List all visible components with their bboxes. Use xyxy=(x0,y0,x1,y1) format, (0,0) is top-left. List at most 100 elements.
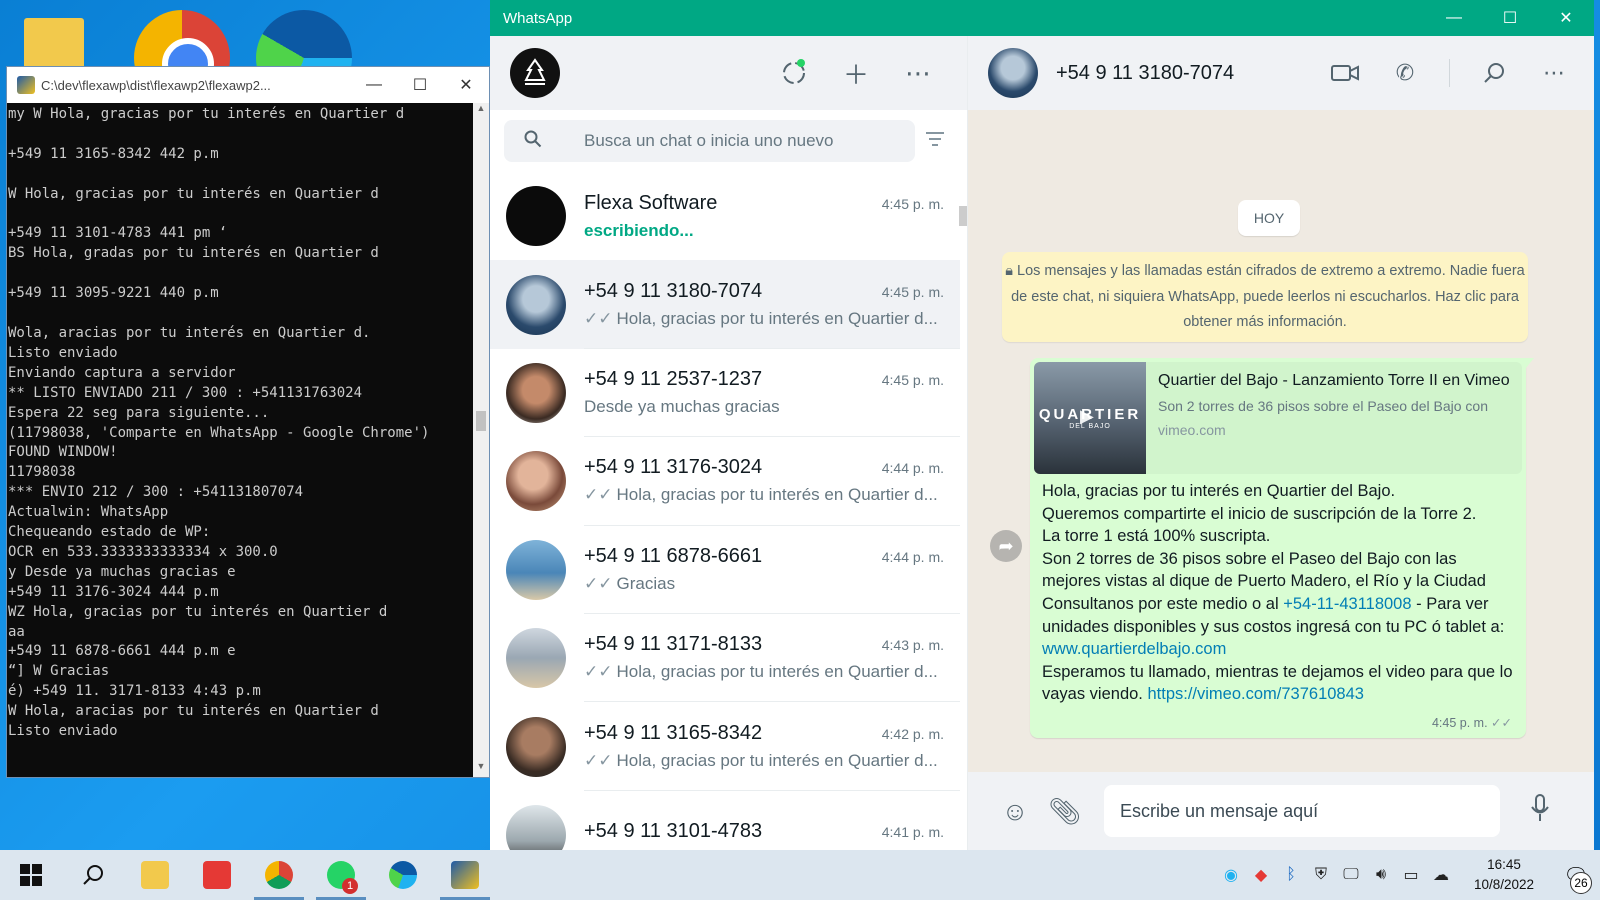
contact-avatar[interactable] xyxy=(988,48,1038,98)
minimize-button[interactable]: — xyxy=(1426,0,1482,36)
chat-preview: ✓✓ Gracias xyxy=(584,574,944,594)
chat-preview-text: Hola, gracias por tu interés en Quartier… xyxy=(616,485,938,505)
anydesk-tray-icon[interactable]: ◆ xyxy=(1246,865,1276,885)
profile-avatar[interactable] xyxy=(510,48,560,98)
double-check-icon: ✓✓ xyxy=(584,573,613,593)
scroll-thumb[interactable] xyxy=(476,411,486,431)
phone-link[interactable]: +54-11-43118008 xyxy=(1283,595,1411,613)
clock-date: 10/8/2022 xyxy=(1473,877,1535,892)
taskbar-python-console[interactable] xyxy=(434,850,496,900)
scroll-down-icon[interactable]: ▼ xyxy=(473,761,489,777)
taskbar-file-explorer[interactable] xyxy=(124,850,186,900)
message-area: HOY 🔒︎ Los mensajes y las llamadas están… xyxy=(968,110,1594,772)
windows-logo-icon xyxy=(20,864,42,886)
notification-count: 26 xyxy=(1570,872,1592,894)
scroll-thumb[interactable] xyxy=(959,206,967,226)
console-titlebar[interactable]: C:\dev\flexawp\dist\flexawp2\flexawp2...… xyxy=(7,67,489,103)
conversation-header[interactable]: +54 9 11 3180-7074 ✆ ⋯ xyxy=(968,36,1594,110)
whatsapp-titlebar[interactable]: WhatsApp — ☐ ✕ xyxy=(490,0,1594,36)
chat-time: 4:44 p. m. xyxy=(881,548,944,565)
search-input[interactable] xyxy=(564,131,915,151)
chat-body: +54 9 11 3180-7074 4:45 p. m. ✓✓ Hola, grac… xyxy=(584,260,960,349)
new-chat-button[interactable]: ＋ xyxy=(825,53,887,93)
filter-icon[interactable] xyxy=(915,130,955,153)
chat-list-item[interactable]: Flexa Software 4:45 p. m. escribiendo... xyxy=(490,172,960,260)
message-line: Queremos compartirte el inicio de suscri… xyxy=(1042,504,1477,523)
taskbar-anydesk[interactable] xyxy=(186,850,248,900)
emoji-icon: ☺ xyxy=(1001,795,1029,826)
phone-icon: ✆ xyxy=(1395,60,1415,85)
console-scrollbar[interactable]: ▲ ▼ xyxy=(473,103,489,777)
chat-name: +54 9 11 3171-8133 xyxy=(584,633,763,656)
close-button[interactable]: ✕ xyxy=(1538,0,1594,36)
chat-list-item[interactable]: +54 9 11 3176-3024 4:44 p. m. ✓✓ Hola, grac… xyxy=(490,437,960,526)
forward-button[interactable]: ➦ xyxy=(990,530,1022,562)
chat-list-item[interactable]: +54 9 11 2537-1237 4:45 p. m. Desde ya muc… xyxy=(490,349,960,438)
chat-list-scrollbar[interactable] xyxy=(959,172,967,850)
clock[interactable]: 16:45 10/8/2022 xyxy=(1456,855,1552,895)
status-button[interactable] xyxy=(763,53,825,93)
bluetooth-icon[interactable]: ᛒ xyxy=(1276,866,1306,884)
notification-center-button[interactable]: 🗨︎ 26 xyxy=(1552,850,1600,900)
network-icon[interactable]: 🖵︎ xyxy=(1336,866,1366,884)
chat-list-item[interactable]: +54 9 11 6878-6661 4:44 p. m. ✓✓ Gracias xyxy=(490,526,960,614)
chat-list-item[interactable]: +54 9 11 3165-8342 4:42 p. m. ✓✓ Hola, grac… xyxy=(490,702,960,791)
taskbar-edge[interactable] xyxy=(372,850,434,900)
maximize-button[interactable]: ☐ xyxy=(397,67,443,103)
security-icon[interactable]: ⛨ xyxy=(1306,866,1336,884)
emoji-button[interactable]: ☺ xyxy=(990,796,1040,827)
video-link[interactable]: https://vimeo.com/737610843 xyxy=(1147,685,1363,703)
link-preview-description: Son 2 torres de 36 pisos sobre el Paseo … xyxy=(1158,398,1488,414)
chat-preview: ✓✓ Hola, gracias por tu interés en Quarti… xyxy=(584,485,944,505)
search-row xyxy=(490,110,967,172)
message-line: Son 2 torres de 36 pisos sobre el Paseo … xyxy=(1042,549,1486,591)
taskbar-chrome[interactable] xyxy=(248,850,310,900)
chat-preview: Desde ya muchas gracias xyxy=(584,397,944,417)
close-button[interactable]: ✕ xyxy=(443,67,489,103)
taskbar-whatsapp[interactable]: 1 xyxy=(310,850,372,900)
chat-top-row: +54 9 11 3171-8133 4:43 p. m. xyxy=(584,633,944,656)
message-input[interactable] xyxy=(1120,800,1500,822)
whatsapp-window: WhatsApp — ☐ ✕ ＋ ⋯ Busca un chat o inici… xyxy=(490,0,1594,850)
onedrive-icon[interactable]: ☁ xyxy=(1426,865,1456,885)
website-link[interactable]: www.quartierdelbajo.com xyxy=(1042,640,1226,658)
encryption-text: Los mensajes y las llamadas están cifrad… xyxy=(1011,263,1525,330)
chat-list-item[interactable]: +54 9 11 3101-4783 4:41 p. m. xyxy=(490,791,960,850)
video-call-button[interactable] xyxy=(1315,53,1375,93)
edge-tray-icon[interactable]: ◉ xyxy=(1216,865,1246,885)
scroll-up-icon[interactable]: ▲ xyxy=(473,103,489,119)
battery-icon[interactable]: ▭ xyxy=(1396,865,1426,885)
chat-name: +54 9 11 2537-1237 xyxy=(584,367,763,390)
message-time: 4:45 p. m. xyxy=(1431,716,1488,730)
volume-icon[interactable]: 🔊︎ xyxy=(1366,866,1396,884)
search-icon xyxy=(1484,63,1504,83)
sidebar-header: ＋ ⋯ xyxy=(490,36,967,110)
chat-list-item[interactable]: +54 9 11 3171-8133 4:43 p. m. ✓✓ Hola, grac… xyxy=(490,614,960,703)
encryption-notice[interactable]: 🔒︎ Los mensajes y las llamadas están cif… xyxy=(1002,252,1528,342)
search-box[interactable] xyxy=(504,120,915,162)
contact-name[interactable]: +54 9 11 3180-7074 xyxy=(1056,62,1315,85)
chat-name: +54 9 11 3176-3024 xyxy=(584,456,763,479)
voice-call-button[interactable]: ✆ xyxy=(1375,53,1435,93)
message-input-box[interactable] xyxy=(1104,785,1500,837)
message-line: Esperamos tu llamado, mientras te dejamo… xyxy=(1042,661,1518,706)
microphone-icon xyxy=(1531,793,1549,821)
voice-message-button[interactable] xyxy=(1510,793,1570,829)
menu-button[interactable]: ⋯ xyxy=(887,53,949,93)
outgoing-message[interactable]: QUARTIER DEL BAJO ▶ Quartier del Bajo - … xyxy=(1030,358,1534,738)
link-preview[interactable]: QUARTIER DEL BAJO ▶ Quartier del Bajo - … xyxy=(1034,362,1522,474)
minimize-button[interactable]: — xyxy=(351,67,397,103)
taskbar-search-button[interactable] xyxy=(62,850,124,900)
start-button[interactable] xyxy=(0,850,62,900)
attach-button[interactable]: 📎︎ xyxy=(1040,796,1090,827)
conversation-menu-button[interactable]: ⋯ xyxy=(1524,53,1584,93)
chat-list-item[interactable]: +54 9 11 3180-7074 4:45 p. m. ✓✓ Hola, grac… xyxy=(490,260,960,349)
clock-time: 16:45 xyxy=(1487,857,1521,872)
maximize-button[interactable]: ☐ xyxy=(1482,0,1538,36)
chat-avatar xyxy=(506,716,566,777)
chat-top-row: +54 9 11 3165-8342 4:42 p. m. xyxy=(584,722,944,745)
chrome-icon xyxy=(265,861,293,889)
window-title: WhatsApp xyxy=(503,9,573,27)
video-thumbnail[interactable]: QUARTIER DEL BAJO ▶ xyxy=(1034,362,1146,474)
search-messages-button[interactable] xyxy=(1464,53,1524,93)
